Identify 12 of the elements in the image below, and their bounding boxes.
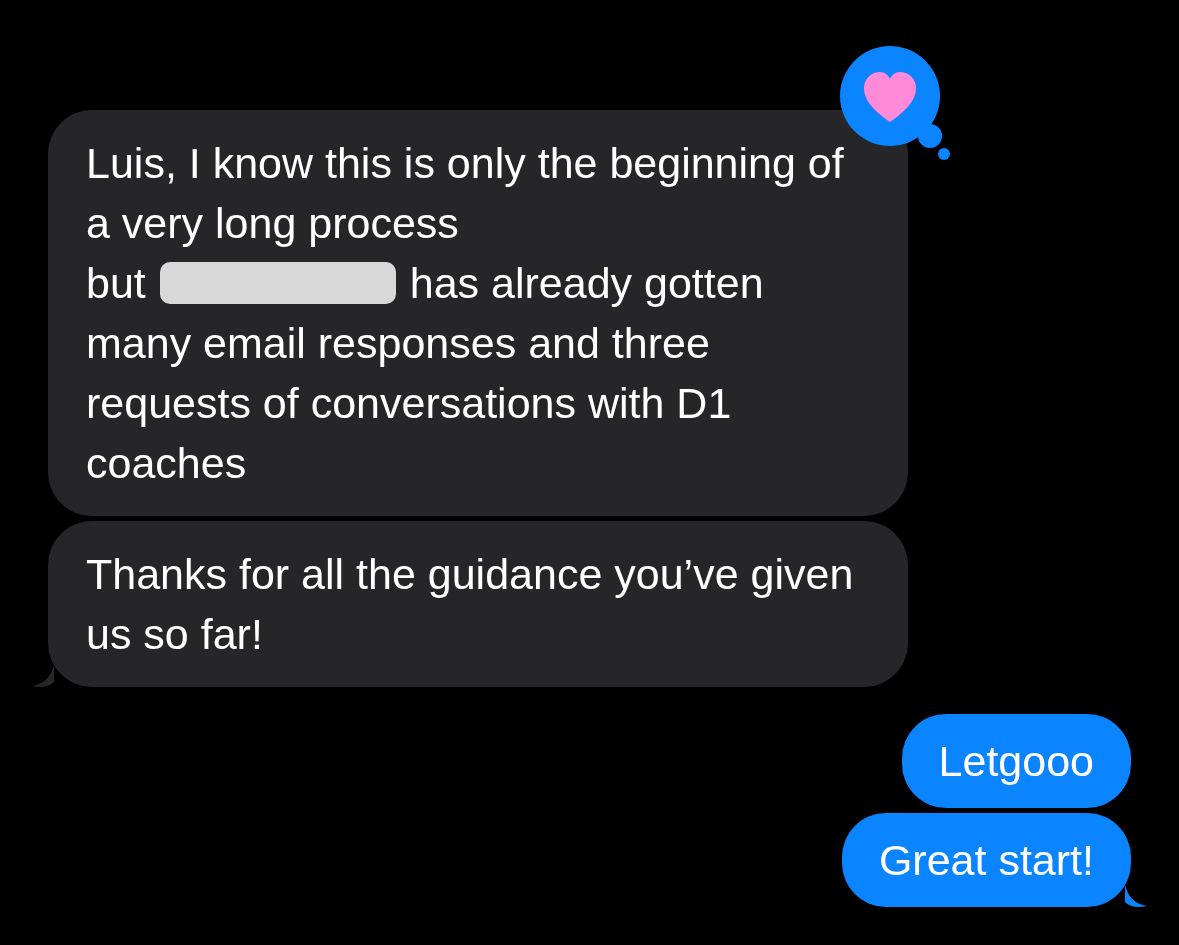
message-bubble[interactable]: Thanks for all the guidance you’ve given us so far! [48,521,908,687]
message-text: Thanks for all the guidance you’ve given us so far! [86,549,855,660]
message-text: has already gotten [409,258,764,309]
reaction-dot-icon [938,148,950,160]
message-text: but [86,258,146,309]
message-bubble[interactable]: Letgooo [901,714,1131,808]
message-bubble[interactable]: Great start! [841,813,1131,907]
message-text: many email responses and three requests of conversations with D1 coaches [86,318,733,489]
message-text: Great start! [878,835,1094,886]
heart-reaction-icon [840,46,942,148]
message-bubble[interactable]: Luis, I know this is only the beginning of a very long process but has already gotten many email responses and three requests of conversations with D1 coaches [48,110,908,516]
message-text: Letgooo [938,736,1094,787]
